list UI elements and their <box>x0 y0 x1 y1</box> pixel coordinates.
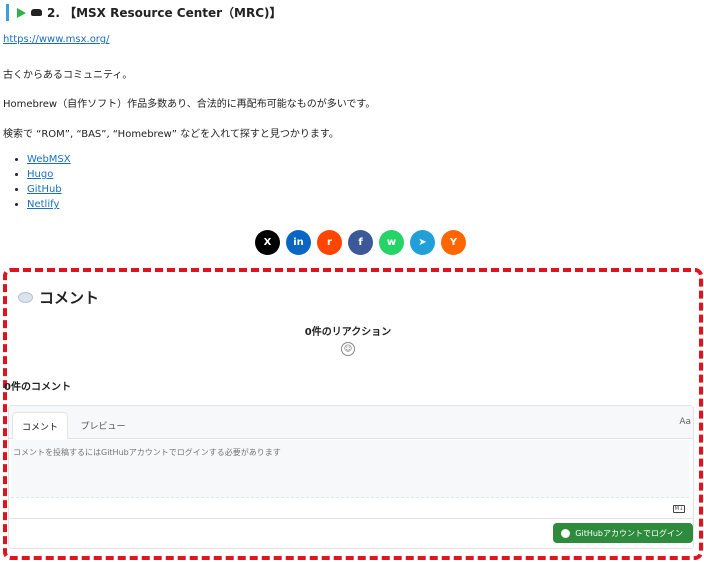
link-list: WebMSX Hugo GitHub Netlify <box>0 152 71 212</box>
comment-editor: コメント プレビュー Aa M↓ GitHubアカウントでログイン <box>8 405 694 549</box>
list-item: Netlify <box>27 197 71 212</box>
tab-write[interactable]: コメント <box>12 412 68 439</box>
facebook-icon: f <box>358 237 363 248</box>
github-login-label: GitHubアカウントでログイン <box>575 528 683 538</box>
section-heading: 2. 【MSX Resource Center（MRC)】 <box>6 4 282 21</box>
comment-count: 0件のコメント <box>4 382 71 393</box>
linkedin-icon: in <box>293 237 304 248</box>
share-telegram-button[interactable]: ➤ <box>410 230 435 255</box>
share-x-button[interactable]: X <box>255 230 280 255</box>
section-title: 2. 【MSX Resource Center（MRC)】 <box>47 6 282 20</box>
editor-footer: GitHubアカウントでログイン <box>9 518 693 548</box>
telegram-icon: ➤ <box>418 237 427 248</box>
share-facebook-button[interactable]: f <box>348 230 373 255</box>
list-item: GitHub <box>27 182 71 197</box>
markdown-icon: M↓ <box>673 505 685 513</box>
share-buttons: X in r f w ➤ Y <box>255 230 466 255</box>
x-icon: X <box>263 237 272 248</box>
add-reaction-smiley-icon[interactable]: ☺ <box>341 342 355 356</box>
reactions-count: 0件のリアクション <box>304 327 392 338</box>
list-item: WebMSX <box>27 152 71 167</box>
comments-heading-label: コメント <box>39 289 100 307</box>
speech-bubble-icon <box>18 292 33 303</box>
netlify-link[interactable]: Netlify <box>27 199 59 210</box>
reddit-icon: r <box>327 237 332 248</box>
hackernews-icon: Y <box>449 237 458 248</box>
share-linkedin-button[interactable]: in <box>286 230 311 255</box>
folder-icon <box>31 9 42 16</box>
paragraph-community: 古くからあるコミュニティ。 <box>3 70 133 81</box>
text-format-toggle[interactable]: Aa <box>679 417 691 427</box>
comment-input[interactable] <box>11 440 689 498</box>
webmsx-link[interactable]: WebMSX <box>27 154 71 165</box>
play-icon <box>17 7 26 18</box>
github-link[interactable]: GitHub <box>27 184 62 195</box>
github-login-button[interactable]: GitHubアカウントでログイン <box>553 523 693 543</box>
whatsapp-icon: w <box>386 237 397 248</box>
paragraph-homebrew: Homebrew（自作ソフト）作品多数あり、合法的に再配布可能なものが多いです。 <box>3 99 376 110</box>
share-reddit-button[interactable]: r <box>317 230 342 255</box>
hugo-link[interactable]: Hugo <box>27 169 53 180</box>
list-item: Hugo <box>27 167 71 182</box>
comments-heading: コメント <box>18 287 99 308</box>
tab-preview[interactable]: プレビュー <box>75 412 131 438</box>
editor-tabbar: コメント プレビュー Aa <box>9 406 693 439</box>
paragraph-search: 検索で “ROM”, “BAS”, “Homebrew” などを入れて探すと見つ… <box>3 129 339 140</box>
github-icon <box>561 528 571 538</box>
share-whatsapp-button[interactable]: w <box>379 230 404 255</box>
share-hackernews-button[interactable]: Y <box>441 230 466 255</box>
msx-org-link[interactable]: https://www.msx.org/ <box>3 34 109 45</box>
